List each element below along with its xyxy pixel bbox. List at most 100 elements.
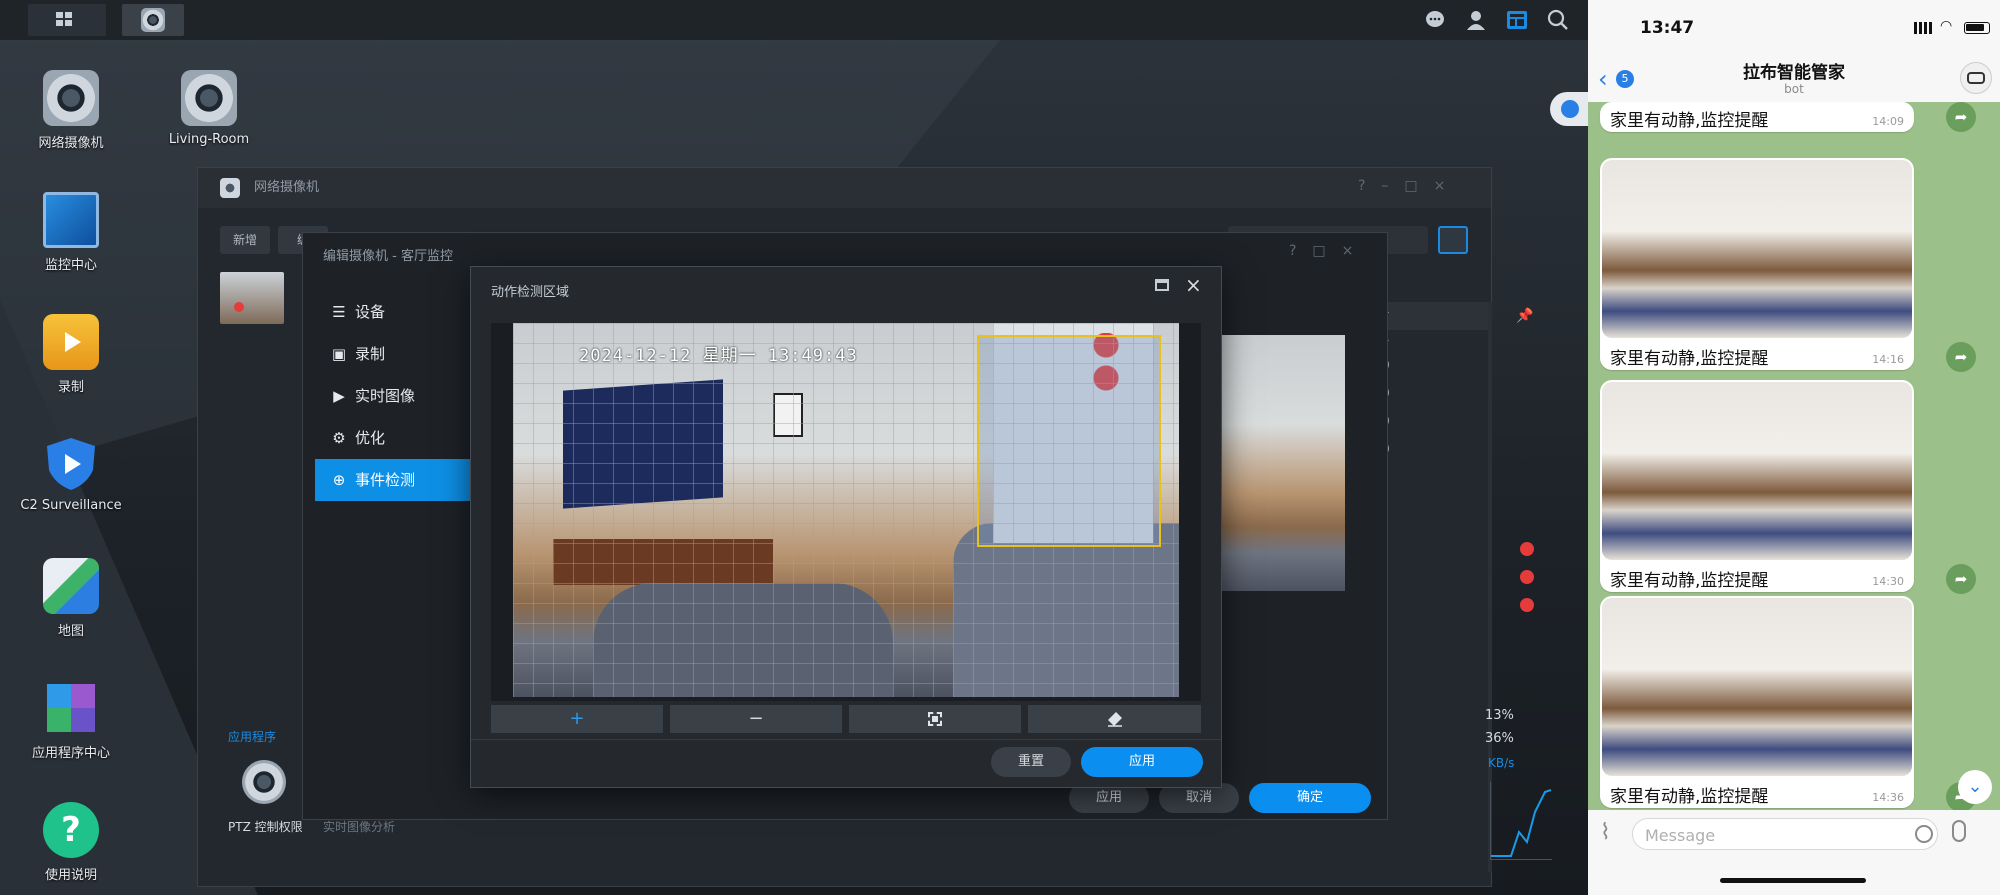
message-photo[interactable] — [1602, 382, 1912, 560]
translate-icon — [1561, 100, 1579, 118]
status-time: 13:47 — [1640, 18, 1695, 38]
signal-icon — [1914, 22, 1932, 34]
message-text: 家里有动静,监控提醒 14:16 — [1610, 349, 1904, 369]
message-bubble[interactable]: 家里有动静,监控提醒 14:30 — [1600, 380, 1914, 592]
grid-icon — [56, 12, 74, 28]
recording-dot — [234, 302, 244, 312]
input-bar: ⌇ Message — [1588, 810, 2000, 895]
attach-icon[interactable]: ⌇ — [1600, 820, 1611, 845]
message-time: 14:36 — [1872, 791, 1904, 804]
desktop-icon-label: 录制 — [57, 380, 84, 395]
realtime-analysis-label: 实时图像分析 — [323, 820, 396, 834]
home-indicator — [1720, 878, 1866, 883]
message-bubble[interactable]: 家里有动静,监控提醒 14:09 — [1600, 102, 1914, 132]
menu-label: 优化 — [355, 429, 386, 447]
forward-icon[interactable]: ➦ — [1946, 564, 1976, 594]
widgets-icon[interactable] — [1506, 9, 1528, 31]
remove-icon[interactable] — [1520, 570, 1534, 584]
message-text: 家里有动静,监控提醒 14:30 — [1610, 571, 1904, 591]
count-value: 0 — [1378, 358, 1488, 386]
desktop-icon-recording[interactable]: 录制 — [16, 314, 126, 395]
forward-icon[interactable]: ➦ — [1946, 102, 1976, 132]
desktop-icon-label: 网络摄像机 — [38, 136, 104, 151]
menu-item-device[interactable]: ☰ 设备 — [315, 291, 475, 333]
message-time: 14:30 — [1872, 575, 1904, 588]
pin-icon[interactable]: 📌 — [1516, 308, 1533, 324]
taskbar-camera-app[interactable] — [122, 4, 184, 36]
menu-item-recording[interactable]: ▣ 录制 — [315, 333, 475, 375]
camera-thumbnail[interactable] — [220, 272, 284, 324]
desktop-icon-label: 监控中心 — [44, 258, 97, 273]
apply-button[interactable]: 应用 — [1081, 747, 1203, 777]
translate-bubble[interactable] — [1550, 92, 1588, 126]
dialog-divider — [471, 739, 1221, 740]
maximize-icon[interactable] — [1155, 279, 1169, 291]
gears-icon: ⚙ — [332, 429, 346, 447]
chat-icon[interactable] — [1424, 9, 1446, 31]
chat-subtitle: bot — [1784, 82, 1804, 96]
desktop-icon-app-center[interactable]: 应用程序中心 — [16, 680, 126, 761]
message-bubble[interactable]: 家里有动静,监控提醒 14:16 — [1600, 158, 1914, 370]
puzzle-icon — [43, 680, 99, 736]
scroll-down-button[interactable]: ⌄ — [1958, 770, 1992, 804]
taskbar — [0, 0, 1588, 40]
forward-icon[interactable]: ➦ — [1946, 342, 1976, 372]
message-text: 家里有动静,监控提醒 14:09 — [1610, 111, 1904, 131]
search-icon[interactable] — [1547, 9, 1569, 31]
cpu-usage: 13% — [1485, 708, 1514, 723]
remove-area-button[interactable]: − — [670, 705, 842, 733]
eraser-icon — [1106, 709, 1124, 727]
message-text: 家里有动静,监控提醒 14:36 — [1610, 787, 1904, 807]
film-folder-icon — [43, 314, 99, 370]
remove-icon[interactable] — [1520, 542, 1534, 556]
motion-area-dialog: 动作检测区域 × 2024-12-12 星期一 13:49:43 + − 重置 … — [470, 266, 1222, 788]
reset-button[interactable]: 重置 — [991, 747, 1071, 777]
list-icon: ☰ — [332, 303, 346, 321]
sticker-icon[interactable] — [1915, 825, 1933, 843]
clear-area-button[interactable] — [1028, 705, 1201, 733]
select-all-button[interactable] — [849, 705, 1021, 733]
remove-icon[interactable] — [1520, 598, 1534, 612]
desktop-icon-c2-surveillance[interactable]: C2 Surveillance — [16, 436, 126, 513]
count-value: 0 — [1378, 386, 1488, 414]
menu-item-optimize[interactable]: ⚙ 优化 — [315, 417, 475, 459]
area-toolbar: + − — [491, 705, 1201, 733]
message-bubble[interactable]: 家里有动静,监控提醒 14:36 — [1600, 596, 1914, 808]
menu-label: 事件检测 — [355, 471, 416, 489]
layout-toggle-icon[interactable] — [1438, 226, 1468, 254]
camera-image[interactable]: 2024-12-12 星期一 13:49:43 — [513, 323, 1179, 697]
map-icon — [43, 558, 99, 614]
network-unit: KB/s — [1488, 756, 1515, 770]
message-photo[interactable] — [1602, 598, 1912, 776]
desktop-icon-label: 使用说明 — [44, 868, 97, 883]
close-icon[interactable]: × — [1185, 273, 1202, 297]
main-menu-button[interactable] — [28, 4, 106, 36]
phone-screen: 13:47 ◠ ‹ 5 拉布智能管家 bot 家里有动静,监控提醒 14:09 ➦… — [1588, 0, 2000, 895]
menu-item-live-view[interactable]: ▶ 实时图像 — [315, 375, 475, 417]
desktop-icon-ip-camera[interactable]: 网络摄像机 — [16, 70, 126, 151]
message-input[interactable]: Message — [1632, 818, 1938, 850]
desktop-icon-living-room[interactable]: Living-Room — [154, 70, 264, 147]
window-title: 网络摄像机 — [254, 180, 320, 195]
window-controls: ?–□× — [1358, 178, 1462, 194]
bot-avatar[interactable] — [1960, 62, 1992, 94]
desktop-icon-surveillance-center[interactable]: 监控中心 — [16, 192, 126, 273]
motion-region[interactable] — [977, 335, 1161, 547]
dialog-title: 动作检测区域 — [491, 285, 570, 300]
menu-label: 设备 — [355, 303, 386, 321]
desktop-icon-help[interactable]: ? 使用说明 — [16, 802, 126, 883]
chat-title[interactable]: 拉布智能管家 — [1588, 58, 2000, 83]
message-photo[interactable] — [1602, 160, 1912, 338]
mic-icon[interactable] — [1952, 820, 1966, 842]
menu-item-event-detection[interactable]: ⊕ 事件检测 — [315, 459, 475, 501]
desktop-icon-map[interactable]: 地图 — [16, 558, 126, 639]
camera-icon — [181, 70, 237, 126]
camera-app-icon — [220, 178, 240, 198]
add-area-button[interactable]: + — [491, 705, 663, 733]
wifi-icon: ◠ — [1940, 18, 1953, 34]
ok-button[interactable]: 确定 — [1249, 783, 1371, 813]
window-controls: ?□× — [1289, 243, 1370, 259]
add-button[interactable]: 新增 — [220, 226, 270, 254]
count-value: 0 — [1378, 414, 1488, 442]
user-icon[interactable] — [1465, 9, 1487, 31]
